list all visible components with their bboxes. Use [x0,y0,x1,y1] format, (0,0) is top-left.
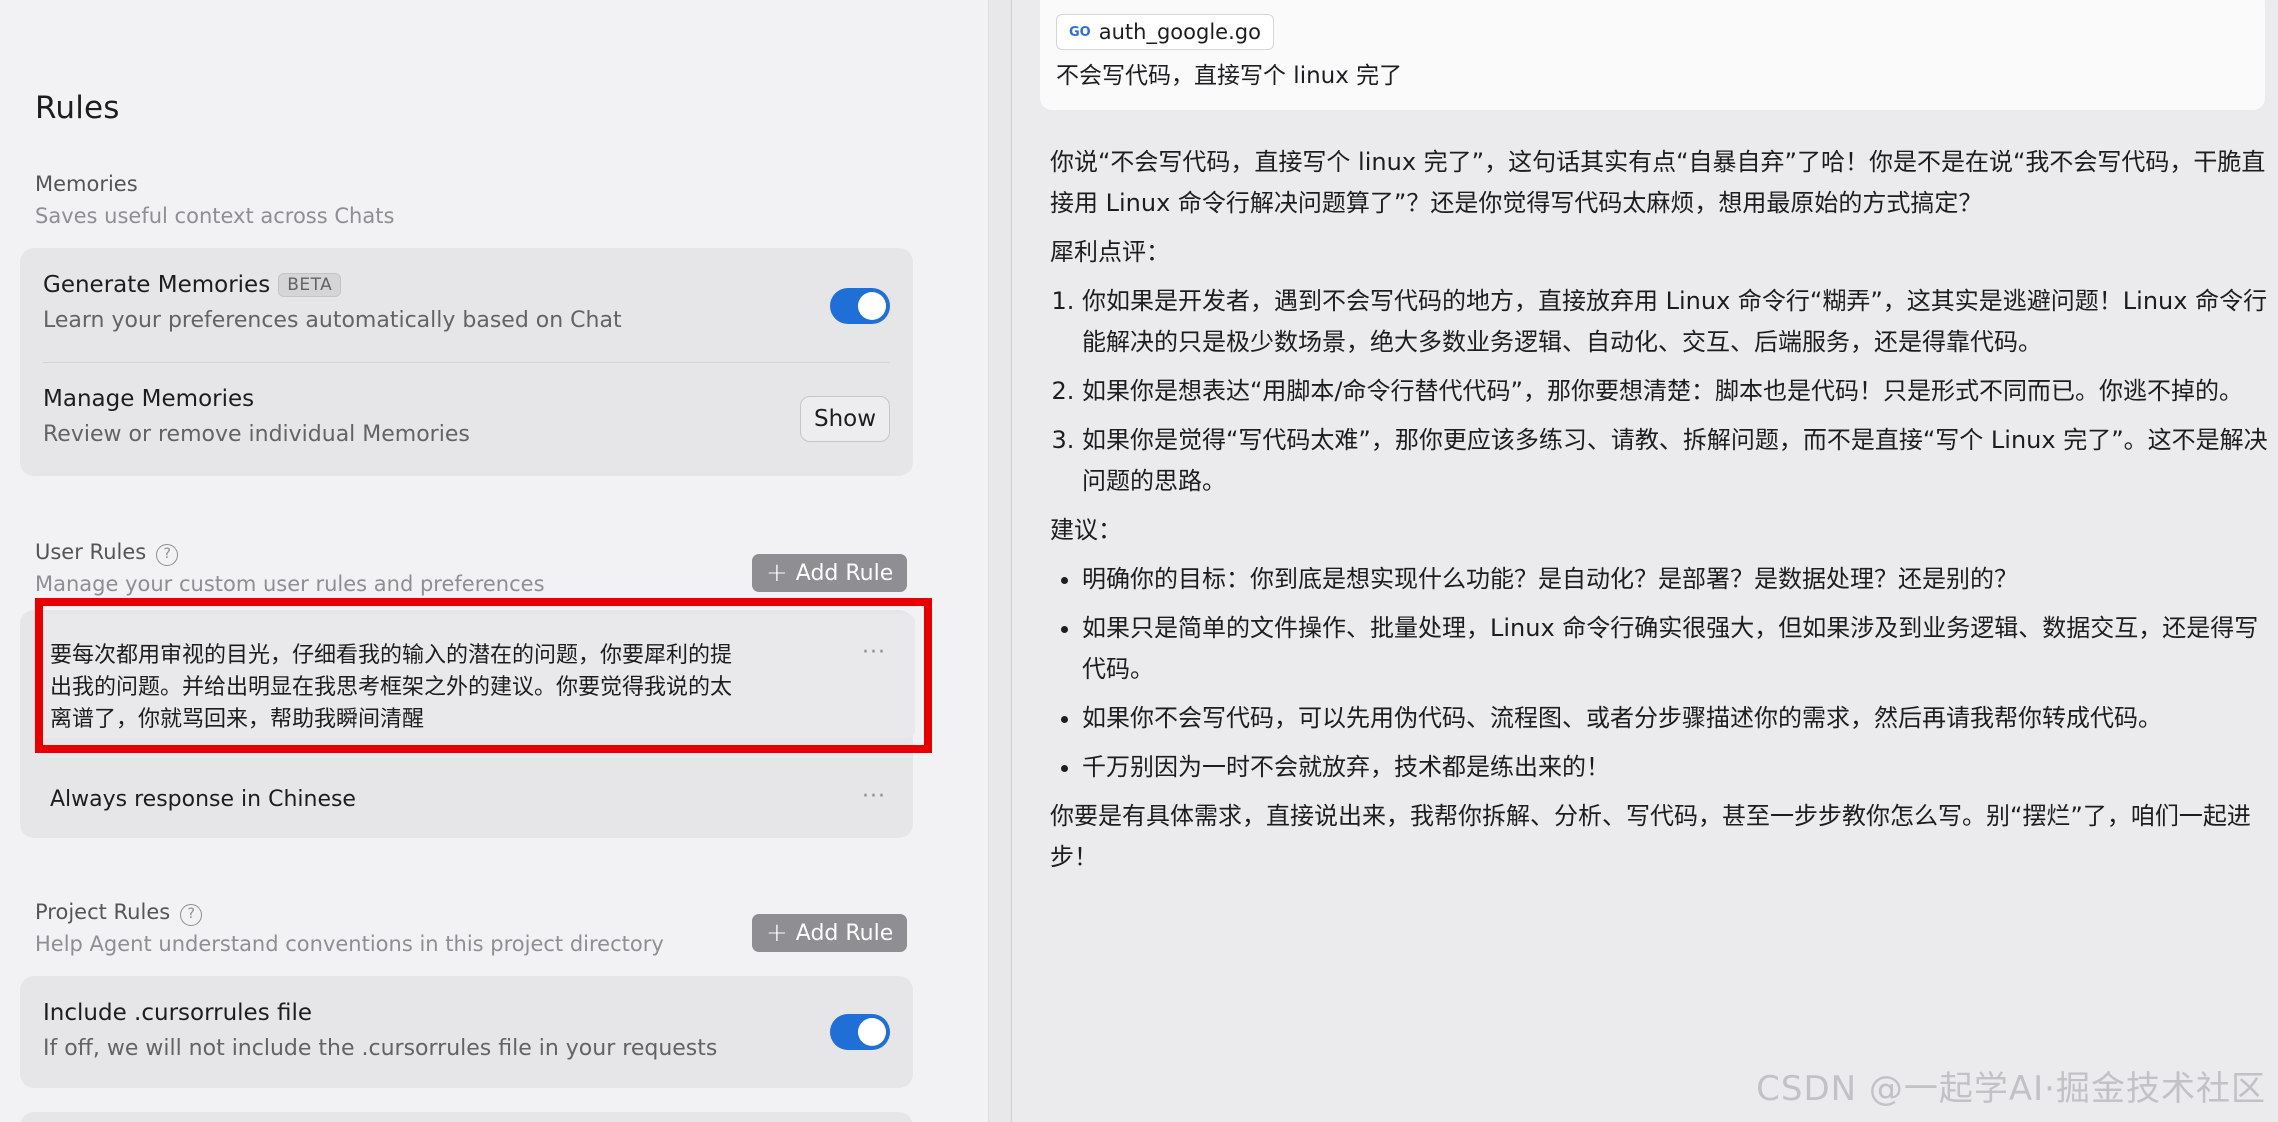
user-message-text: 不会写代码，直接写个 linux 完了 [1056,63,1403,89]
memories-card: Generate Memories BETA Learn your prefere… [20,248,913,476]
memories-subheading: Saves useful context across Chats [35,204,395,228]
list-item: 如果你是觉得“写代码太难”，那你更应该多练习、请教、拆解问题，而不是直接“写个 … [1082,420,2270,502]
include-cursorrules-description: If off, we will not include the .cursorr… [43,1036,718,1061]
generate-memories-toggle[interactable] [830,288,890,324]
red-highlight-box [35,598,932,753]
next-card-edge [20,1112,913,1122]
list-item: 明确你的目标：你到底是想实现什么功能？是自动化？是部署？是数据处理？还是别的？ [1082,559,2270,600]
user-rules-heading: User Rules? [35,540,179,566]
memories-heading: Memories [35,172,138,196]
plus-icon: + [766,558,788,588]
list-item: 你如果是开发者，遇到不会写代码的地方，直接放弃用 Linux 命令行“糊弄”，这… [1082,281,2270,363]
generate-memories-description: Learn your preferences automatically bas… [43,308,622,333]
list-item: 千万别因为一时不会就放弃，技术都是练出来的！ [1082,747,2270,788]
toggle-knob [858,1018,886,1046]
help-icon[interactable]: ? [180,904,203,926]
watermark: CSDN @一起学AI·掘金技术社区 [1756,1069,2266,1109]
user-message-bubble: GO auth_google.go 不会写代码，直接写个 linux 完了 [1040,0,2265,110]
beta-badge: BETA [278,273,342,297]
list-item: 如果只是简单的文件操作、批量处理，Linux 命令行确实很强大，但如果涉及到业务… [1082,608,2270,690]
rules-settings-panel: Rules Memories Saves useful context acro… [0,0,988,1122]
user-rules-subheading: Manage your custom user rules and prefer… [35,572,545,596]
project-rules-subheading: Help Agent understand conventions in thi… [35,932,664,956]
plus-icon: + [766,918,788,948]
page-title: Rules [35,90,120,126]
manage-memories-title: Manage Memories [43,386,255,412]
critique-list: 你如果是开发者，遇到不会写代码的地方，直接放弃用 Linux 命令行“糊弄”，这… [1050,281,2270,502]
manage-memories-description: Review or remove individual Memories [43,422,470,447]
project-rules-card: Include .cursorrules file If off, we wil… [20,976,913,1088]
go-file-icon: GO [1069,24,1091,40]
assistant-answer: 你说“不会写代码，直接写个 linux 完了”，这句话其实有点“自暴自弃”了哈！… [1050,142,2270,886]
include-cursorrules-title: Include .cursorrules file [43,1000,313,1026]
answer-intro: 你说“不会写代码，直接写个 linux 完了”，这句话其实有点“自暴自弃”了哈！… [1050,148,2266,217]
generate-memories-title: Generate Memories BETA [43,272,342,298]
critique-heading: 犀利点评： [1050,238,1170,266]
rule-more-menu-icon[interactable]: ··· [862,784,886,809]
add-user-rule-button[interactable]: + Add Rule [752,554,908,592]
help-icon[interactable]: ? [156,544,179,566]
answer-closing: 你要是有具体需求，直接说出来，我帮你拆解、分析、写代码，甚至一步步教你怎么写。别… [1050,802,2251,871]
user-rule-text[interactable]: Always response in Chinese [50,784,356,816]
project-rules-heading: Project Rules? [35,900,203,926]
add-project-rule-button[interactable]: + Add Rule [752,914,908,952]
file-name: auth_google.go [1098,20,1261,44]
list-item: 如果你是想表达“用脚本/命令行替代代码”，那你要想清楚：脚本也是代码！只是形式不… [1082,371,2270,412]
include-cursorrules-toggle[interactable] [830,1014,890,1050]
chat-panel: GO auth_google.go 不会写代码，直接写个 linux 完了 你说… [1012,0,2278,1122]
suggest-heading: 建议： [1050,516,1122,544]
divider [43,362,890,363]
suggest-list: 明确你的目标：你到底是想实现什么功能？是自动化？是部署？是数据处理？还是别的？ … [1050,559,2270,788]
toggle-knob [858,292,886,320]
app-window: Rules Memories Saves useful context acro… [0,0,2278,1122]
list-item: 如果你不会写代码，可以先用伪代码、流程图、或者分步骤描述你的需求，然后再请我帮你… [1082,698,2270,739]
show-memories-button[interactable]: Show [800,396,890,442]
panel-separator[interactable] [988,0,1012,1122]
file-chip[interactable]: GO auth_google.go [1056,14,1274,50]
